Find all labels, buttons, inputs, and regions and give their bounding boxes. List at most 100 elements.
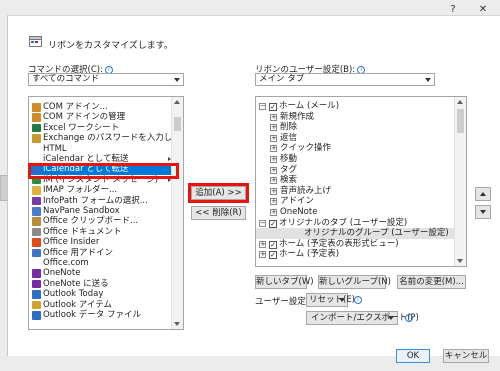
ribbon-tab-item[interactable]: + ✓ ホーム (予定表) xyxy=(259,249,339,260)
tree-label: ホーム (予定表の表形式ビュー) xyxy=(279,238,399,249)
expand-icon[interactable]: + xyxy=(270,156,277,163)
import-export-button[interactable]: インポート/エクスポート(P) xyxy=(306,311,419,325)
checkbox-icon[interactable]: ✓ xyxy=(269,219,277,228)
command-item[interactable]: Outlook データ ファイル xyxy=(29,310,183,320)
move-down-button[interactable] xyxy=(475,205,491,219)
ribbon-tab-item[interactable]: − ✓ ホーム (メール) xyxy=(259,101,339,112)
ribbon-group-item[interactable]: + アドイン xyxy=(270,196,314,207)
expand-icon[interactable]: + xyxy=(270,113,277,121)
command-item[interactable]: COM アドインの管理 xyxy=(29,112,183,122)
ribbon-group-item[interactable]: + タグ xyxy=(270,165,297,176)
command-item[interactable]: Exchange のパスワードを入力し... xyxy=(29,133,183,143)
outlook-item-icon xyxy=(32,300,41,310)
expand-icon[interactable]: + xyxy=(259,251,266,259)
command-item[interactable]: Excel ワークシート xyxy=(29,123,183,133)
collapse-icon[interactable]: − xyxy=(259,103,266,110)
outlook-data-icon xyxy=(32,311,41,320)
command-item[interactable]: HTML xyxy=(29,144,183,154)
ribbon-group-item[interactable]: + 検索 xyxy=(270,175,297,186)
command-label: HTML xyxy=(43,143,67,154)
command-item[interactable]: Outlook Today xyxy=(29,289,183,299)
command-label: Exchange のパスワードを入力し... xyxy=(43,133,181,144)
command-item[interactable]: Office Insider xyxy=(29,237,183,247)
expand-icon[interactable]: + xyxy=(270,166,277,174)
ribbon-group-item[interactable]: オリジナルのグループ (ユーザー設定) xyxy=(256,228,454,239)
excel-icon xyxy=(32,123,41,133)
command-item[interactable]: COM アドイン... xyxy=(29,102,183,112)
command-item[interactable]: Office ドキュメント xyxy=(29,227,183,237)
scroll-thumb[interactable] xyxy=(457,109,464,133)
command-item[interactable]: OneNote に送る xyxy=(29,279,183,289)
command-item[interactable]: OneNote xyxy=(29,268,183,278)
cancel-button[interactable]: キャンセル xyxy=(443,349,489,363)
down-arrow-icon xyxy=(480,210,486,214)
expand-icon[interactable]: + xyxy=(270,187,277,195)
ribbon-tree[interactable]: − ✓ ホーム (メール) + 新規作成 + 削除 + 返信 + クイック操作 + 移動 + タグ + 検索 + 音… xyxy=(255,96,467,267)
ribbon-group-item[interactable]: + 新規作成 xyxy=(270,112,314,123)
ribbon-tab-item[interactable]: + ✓ ホーム (予定表の表形式ビュー) xyxy=(259,239,399,250)
commands-list[interactable]: COM アドイン... COM アドインの管理 Excel ワークシート Exchan… xyxy=(28,96,184,330)
command-label: OneNote に送る xyxy=(43,278,109,289)
command-item[interactable]: Outlook アイテム xyxy=(29,300,183,310)
expand-icon[interactable]: + xyxy=(270,124,277,132)
command-item[interactable]: Office 用アドイン xyxy=(29,248,183,258)
chevron-down-icon xyxy=(174,78,180,82)
expand-icon[interactable]: + xyxy=(270,177,277,185)
rename-button[interactable]: 名前の変更(M)... xyxy=(397,275,466,289)
command-label: Outlook データ ファイル xyxy=(43,310,141,320)
expand-icon[interactable]: + xyxy=(270,134,277,142)
reset-label: リセット(E) xyxy=(309,295,356,305)
scroll-thumb[interactable] xyxy=(174,117,181,131)
collapse-icon[interactable]: − xyxy=(259,219,266,227)
move-up-button[interactable] xyxy=(475,187,491,201)
scroll-up-icon[interactable] xyxy=(174,100,180,104)
command-label: Office クリップボード... xyxy=(43,216,139,227)
ribbon-scrollbar[interactable] xyxy=(454,97,466,266)
remove-button[interactable]: << 削除(R) xyxy=(191,206,246,220)
command-item[interactable]: IMAP フォルダー... xyxy=(29,185,183,195)
office-icon xyxy=(32,238,41,247)
command-item[interactable]: InfoPath フォームの選択... xyxy=(29,196,183,206)
ribbon-group-item[interactable]: + 音声読み上げ xyxy=(270,186,331,197)
new-group-button[interactable]: 新しいグループ(N) xyxy=(318,275,391,289)
command-label: NavPane Sandbox xyxy=(43,206,120,216)
chevron-down-icon xyxy=(425,78,431,82)
command-label: InfoPath フォームの選択... xyxy=(43,195,148,206)
ribbon-tab-item[interactable]: − ✓ オリジナルのタブ (ユーザー設定) xyxy=(259,218,407,229)
scroll-down-icon[interactable] xyxy=(174,322,180,326)
ribbon-group-item[interactable]: + クイック操作 xyxy=(270,143,331,154)
command-label: Office.com xyxy=(43,258,89,268)
ribbon-group-item[interactable]: + 移動 xyxy=(270,154,297,165)
command-item[interactable]: Office.com xyxy=(29,258,183,268)
new-tab-button[interactable]: 新しいタブ(W) xyxy=(255,275,314,289)
command-label: Excel ワークシート xyxy=(43,122,120,133)
ribbon-group-item[interactable]: + OneNote xyxy=(270,207,317,218)
command-label: IMAP フォルダー... xyxy=(43,185,118,196)
tree-label: ホーム (メール) xyxy=(279,101,340,111)
tree-label: 移動 xyxy=(280,154,298,164)
commands-scrollbar[interactable] xyxy=(171,97,183,329)
scroll-up-icon[interactable] xyxy=(457,100,463,104)
ribbon-dropdown[interactable]: メイン タブ xyxy=(255,73,435,86)
command-item[interactable]: Office クリップボード... xyxy=(29,216,183,226)
expand-icon[interactable]: + xyxy=(270,209,277,216)
expand-icon[interactable]: + xyxy=(270,198,277,206)
scroll-down-icon[interactable] xyxy=(457,259,463,263)
help-button[interactable]: ? xyxy=(444,2,462,16)
command-label: Office Insider xyxy=(43,237,100,248)
expand-icon[interactable]: + xyxy=(259,240,266,248)
ribbon-group-item[interactable]: + 削除 xyxy=(270,122,297,133)
checkbox-icon[interactable]: ✓ xyxy=(269,251,277,260)
checkbox-icon[interactable]: ✓ xyxy=(269,103,277,111)
command-label: COM アドインの管理 xyxy=(43,112,126,123)
command-item[interactable]: NavPane Sandbox xyxy=(29,206,183,216)
commands-dropdown[interactable]: すべてのコマンド xyxy=(28,73,184,86)
expand-icon[interactable]: + xyxy=(270,145,277,153)
close-button[interactable]: ✕ xyxy=(474,2,492,16)
command-label: OneNote xyxy=(43,268,81,279)
ok-button[interactable]: OK xyxy=(396,349,430,363)
checkbox-icon[interactable]: ✓ xyxy=(269,240,277,249)
add-button[interactable]: 追加(A) >> xyxy=(191,186,246,200)
ribbon-group-item[interactable]: + 返信 xyxy=(270,133,297,144)
reset-button[interactable]: リセット(E) xyxy=(306,293,355,307)
